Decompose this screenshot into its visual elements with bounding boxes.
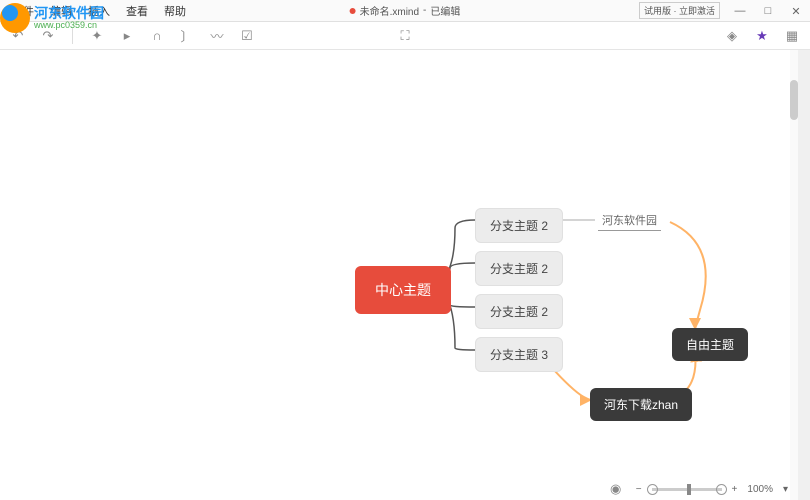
branch-node-2[interactable]: 分支主题 2 xyxy=(475,251,563,286)
format-panel-button[interactable]: ▦ xyxy=(782,26,802,46)
zoom-slider[interactable] xyxy=(652,488,722,491)
branch-node-4[interactable]: 分支主题 3 xyxy=(475,337,563,372)
canvas[interactable]: 中心主题 分支主题 2 分支主题 2 分支主题 2 分支主题 3 河东软件园 自… xyxy=(0,50,810,500)
central-topic-node[interactable]: 中心主题 xyxy=(355,266,451,314)
zoom-in-button[interactable]: + xyxy=(732,484,738,495)
watermark-overlay: 河东软件园 www.pc0359.cn xyxy=(0,0,140,35)
vertical-scrollbar[interactable] xyxy=(790,50,798,500)
free-topic-node[interactable]: 自由主题 xyxy=(672,328,748,361)
favorite-button[interactable]: ★ xyxy=(752,26,772,46)
watermark-title: 河东软件园 xyxy=(34,6,104,20)
zoom-level[interactable]: 100% xyxy=(747,484,773,495)
window-close-button[interactable]: ✕ xyxy=(782,0,810,22)
document-filename: 未命名.xmind xyxy=(360,3,419,18)
zen-mode-button[interactable]: ◈ xyxy=(722,26,742,46)
summary-button[interactable]: 〰 xyxy=(207,26,227,46)
title-bar: 未命名.xmind - 已编辑 xyxy=(350,3,461,18)
window-maximize-button[interactable]: □ xyxy=(754,0,782,22)
outline-view-icon[interactable]: ◉ xyxy=(606,479,626,499)
fullscreen-button[interactable]: ⛶ xyxy=(395,26,415,46)
status-bar: ◉ − + 100% ▾ xyxy=(596,478,798,500)
watermark-logo-icon xyxy=(0,3,30,33)
trial-badge[interactable]: 试用版 · 立即激活 xyxy=(639,2,720,19)
document-status: 已编辑 xyxy=(430,3,460,18)
relationship-label[interactable]: 河东软件园 xyxy=(598,210,661,231)
callout-node[interactable]: 河东下载zhan xyxy=(590,388,692,421)
branch-node-3[interactable]: 分支主题 2 xyxy=(475,294,563,329)
watermark-url: www.pc0359.cn xyxy=(34,20,104,30)
relationship-button[interactable]: ∩ xyxy=(147,26,167,46)
window-minimize-button[interactable]: — xyxy=(726,0,754,22)
marker-button[interactable]: ☑ xyxy=(237,26,257,46)
menu-help[interactable]: 帮助 xyxy=(156,1,194,21)
boundary-button[interactable]: 〕 xyxy=(177,26,197,46)
branch-node-1[interactable]: 分支主题 2 xyxy=(475,208,563,243)
unsaved-indicator-icon xyxy=(350,8,356,14)
zoom-out-button[interactable]: − xyxy=(636,484,642,495)
zoom-dropdown-icon[interactable]: ▾ xyxy=(783,484,788,495)
